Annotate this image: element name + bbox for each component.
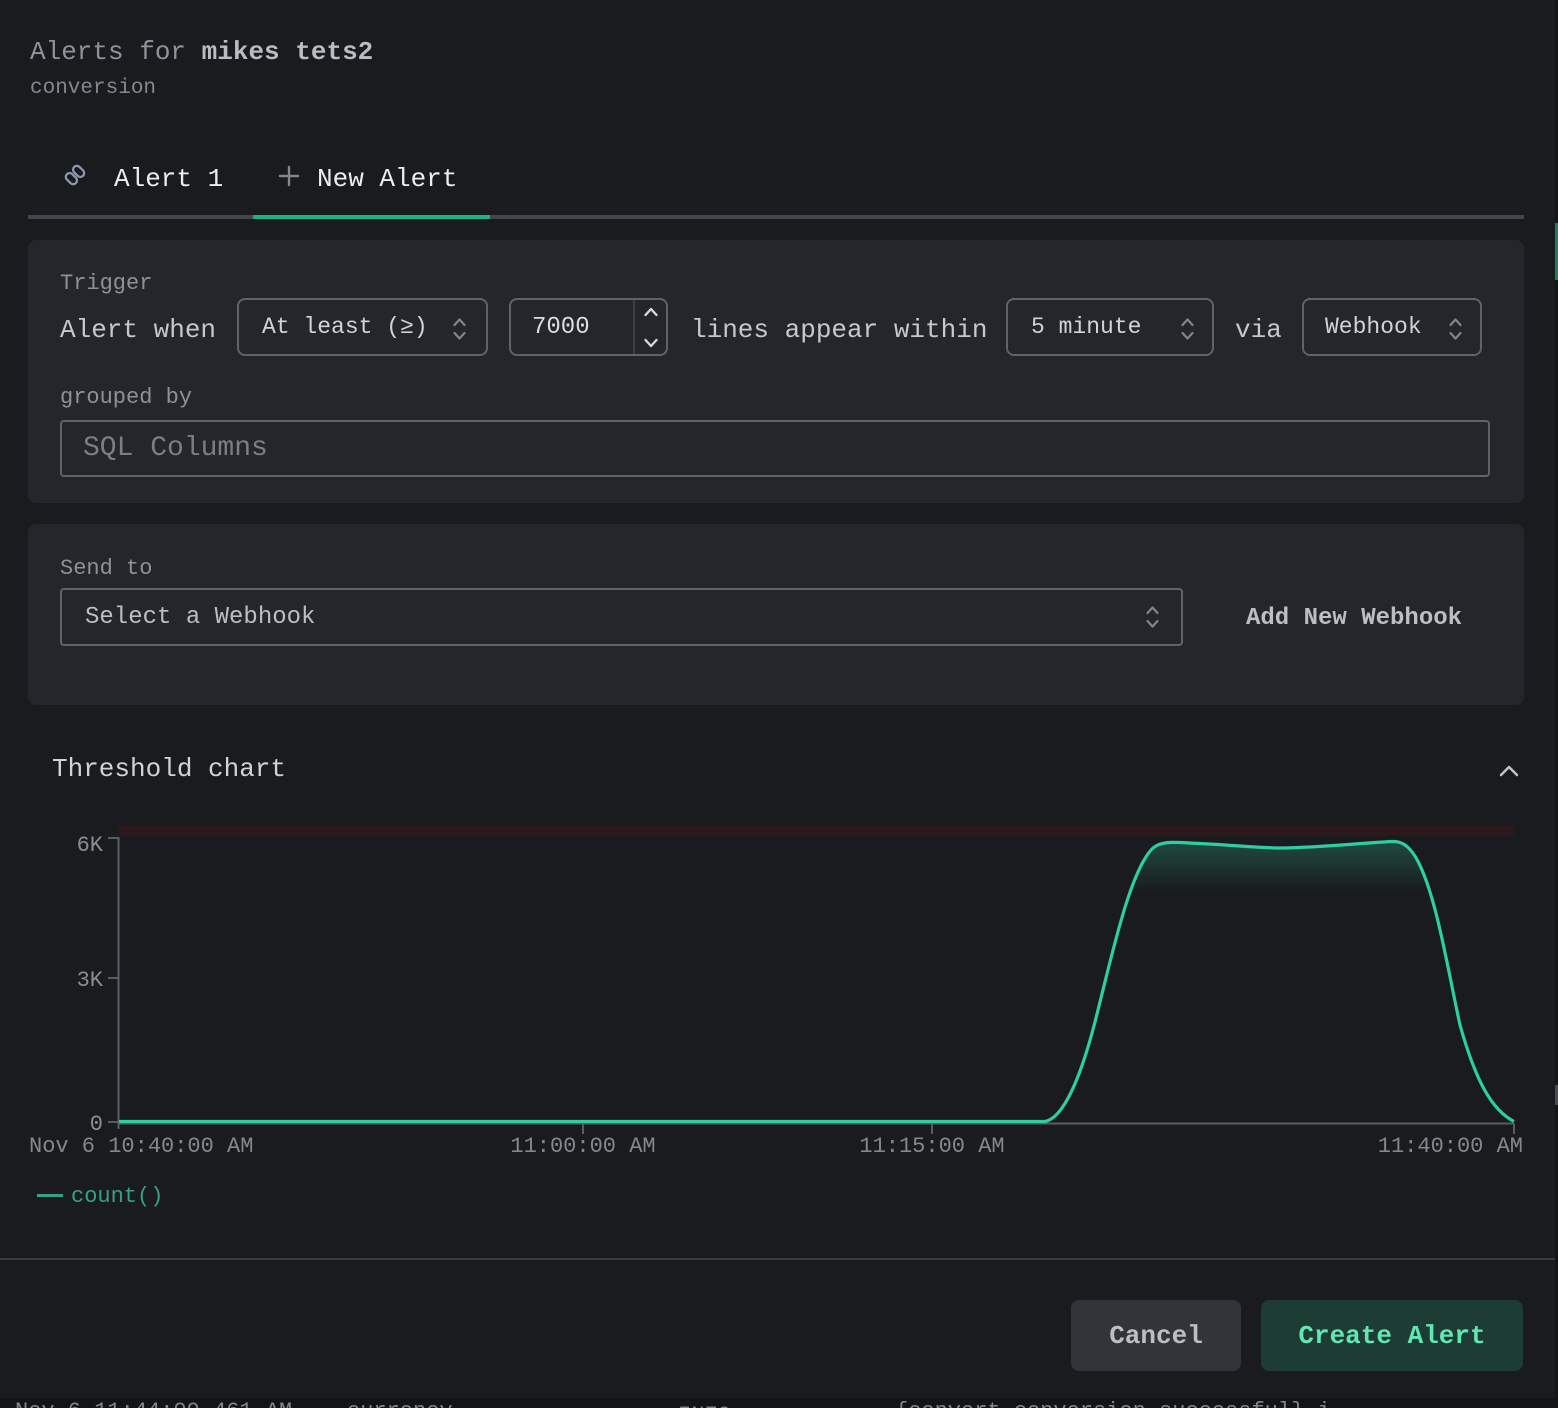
svg-text:3K: 3K <box>77 968 104 993</box>
svg-text:Nov 6 10:40:00 AM: Nov 6 10:40:00 AM <box>29 1134 253 1159</box>
svg-text:11:15:00 AM: 11:15:00 AM <box>859 1134 1004 1159</box>
svg-text:6K: 6K <box>77 833 104 858</box>
svg-text:11:40:00 AM: 11:40:00 AM <box>1378 1134 1523 1159</box>
svg-text:11:00:00 AM: 11:00:00 AM <box>510 1134 655 1159</box>
